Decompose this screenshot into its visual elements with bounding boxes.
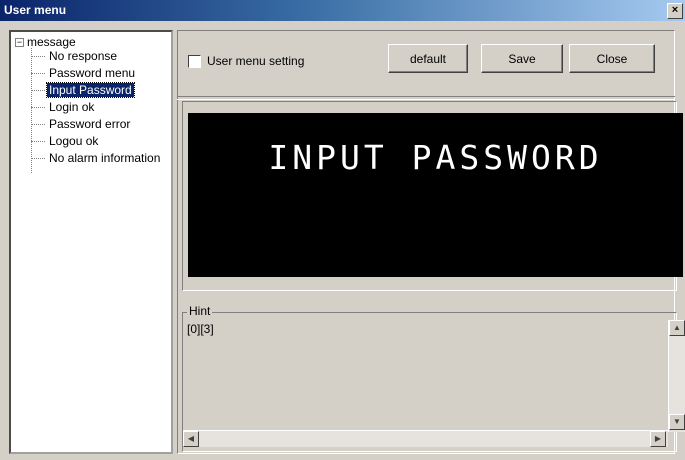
tree-item-label: No response <box>49 49 118 63</box>
tree-item-password-error[interactable]: Password error <box>31 116 132 132</box>
hint-legend: Hint <box>187 304 213 318</box>
scroll-up-icon[interactable]: ▲ <box>669 320 685 336</box>
collapse-icon[interactable]: − <box>15 38 24 48</box>
tree-item-no-response[interactable]: No response <box>31 48 119 64</box>
message-tree[interactable]: − message No response Password menu Input… <box>9 30 173 454</box>
horizontal-scrollbar[interactable]: ◀ ▶ <box>183 430 668 447</box>
window-title: User menu <box>4 3 67 17</box>
tree-root[interactable]: − message <box>15 35 76 49</box>
tree-item-label: Password error <box>49 117 131 131</box>
hint-text: [0][3] <box>187 322 214 336</box>
default-button[interactable]: default <box>388 44 468 73</box>
tree-item-label: Login ok <box>49 100 95 114</box>
tree-item-login-ok[interactable]: Login ok <box>31 99 96 115</box>
vertical-scrollbar[interactable]: ▲ ▼ <box>668 320 685 432</box>
title-bar: User menu × <box>0 0 685 21</box>
tree-item-label: No alarm information <box>49 151 161 165</box>
scroll-right-icon[interactable]: ▶ <box>650 431 666 447</box>
tree-item-label: Password menu <box>49 66 136 80</box>
checkbox-label: User menu setting <box>207 54 305 68</box>
tree-item-label: Input Password <box>46 82 135 98</box>
separator <box>177 96 675 100</box>
tree-item-password-menu[interactable]: Password menu <box>31 65 137 81</box>
toolbar: User menu setting default Save Close <box>177 32 675 90</box>
tree-item-label: Logou ok <box>49 134 99 148</box>
checkbox-box[interactable] <box>188 55 201 69</box>
scroll-down-icon[interactable]: ▼ <box>669 414 685 430</box>
tree-item-no-alarm-information[interactable]: No alarm information <box>31 150 162 166</box>
scroll-left-icon[interactable]: ◀ <box>183 431 199 447</box>
lcd-display: INPUT PASSWORD <box>188 113 683 277</box>
hint-textarea[interactable] <box>183 320 656 430</box>
tree-root-label: message <box>27 35 76 49</box>
user-menu-setting-checkbox[interactable]: User menu setting <box>188 54 305 69</box>
tree-item-logou-ok[interactable]: Logou ok <box>31 133 100 149</box>
close-button[interactable]: Close <box>569 44 655 73</box>
close-icon[interactable]: × <box>667 3 683 19</box>
save-button[interactable]: Save <box>481 44 563 73</box>
tree-item-input-password[interactable]: Input Password <box>31 82 135 98</box>
